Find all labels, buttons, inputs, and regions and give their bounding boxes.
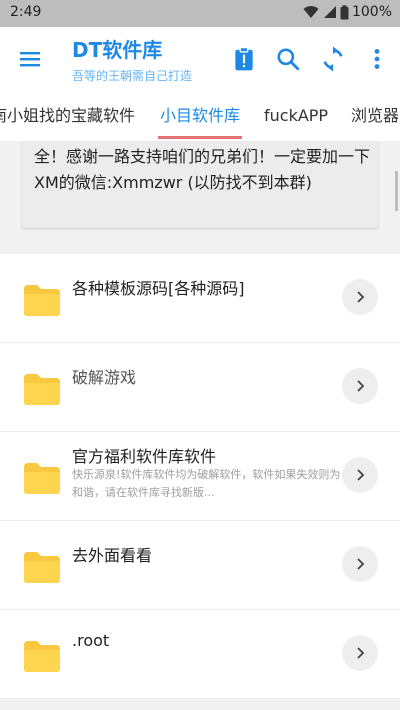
tab-treasure-software[interactable]: 南小姐找的宝藏软件: [0, 93, 135, 141]
scrollbar-thumb[interactable]: [395, 171, 398, 211]
battery-icon: [340, 4, 349, 19]
folder-icon: [24, 552, 60, 583]
tab-bar: 南小姐找的宝藏软件 小目软件库 fuckAPP 浏览器: [0, 93, 400, 141]
list-item[interactable]: 官方福利软件库软件 快乐源泉!软件库软件均为破解软件，软件如果失效则为和谐，请在…: [0, 432, 400, 521]
folder-icon: [24, 641, 60, 672]
search-icon[interactable]: [275, 46, 301, 72]
menu-icon[interactable]: [18, 47, 42, 71]
chevron-right-button[interactable]: [342, 546, 378, 582]
status-time: 2:49: [10, 4, 42, 20]
item-title: 各种模板源码[各种源码]: [72, 279, 245, 298]
app-subtitle: 吾等的王朝需自己打造: [72, 69, 193, 83]
list-item[interactable]: 破解游戏: [0, 343, 400, 432]
chevron-right-icon: [357, 469, 365, 481]
status-bar: 2:49 100%: [0, 0, 400, 27]
content-area[interactable]: 全！感谢一路支持咱们的兄弟们！一定要加一下XM的微信:Xmmzwr (以防找不到…: [0, 141, 400, 710]
chevron-right-icon: [357, 291, 365, 303]
item-title: 破解游戏: [72, 368, 137, 387]
refresh-icon[interactable]: [320, 46, 346, 72]
chevron-right-icon: [357, 380, 365, 392]
tab-xiaomu-software[interactable]: 小目软件库: [160, 93, 240, 141]
folder-icon: [24, 285, 60, 316]
chevron-right-icon: [357, 558, 365, 570]
chevron-right-button[interactable]: [342, 457, 378, 493]
item-title: 去外面看看: [72, 546, 153, 565]
tab-indicator: [158, 136, 242, 139]
item-description: 快乐源泉!软件库软件均为破解软件，软件如果失效则为和谐，请在软件库寻找新版...: [72, 468, 341, 499]
folder-icon: [24, 374, 60, 405]
list-item[interactable]: 各种模板源码[各种源码]: [0, 254, 400, 343]
notice-card: 全！感谢一路支持咱们的兄弟们！一定要加一下XM的微信:Xmmzwr (以防找不到…: [22, 141, 378, 228]
list-item[interactable]: 去外面看看: [0, 521, 400, 610]
wifi-icon: [303, 6, 319, 19]
signal-icon: [323, 6, 336, 18]
chevron-right-button[interactable]: [342, 279, 378, 315]
clipboard-alert-icon[interactable]: [231, 46, 257, 72]
tab-browser[interactable]: 浏览器: [351, 93, 399, 141]
list-item[interactable]: .root: [0, 610, 400, 699]
item-title: .root: [72, 631, 110, 650]
chevron-right-icon: [357, 647, 365, 659]
chevron-right-button[interactable]: [342, 368, 378, 404]
app-title: DT软件库: [72, 38, 163, 62]
folder-icon: [24, 463, 60, 494]
battery-percent: 100%: [351, 4, 392, 20]
notice-text: 全！感谢一路支持咱们的兄弟们！一定要加一下XM的微信:Xmmzwr (以防找不到…: [34, 147, 371, 192]
app-bar: DT软件库 吾等的王朝需自己打造: [0, 27, 400, 93]
item-title: 官方福利软件库软件: [72, 447, 217, 466]
tab-fuckapp[interactable]: fuckAPP: [264, 93, 328, 141]
folder-list: 各种模板源码[各种源码] 破解游戏 官方福利软件库软件 快乐源泉!软件库软件均为…: [0, 254, 400, 699]
more-vert-icon[interactable]: [364, 46, 390, 72]
status-icons: 100%: [303, 4, 392, 20]
chevron-right-button[interactable]: [342, 635, 378, 671]
